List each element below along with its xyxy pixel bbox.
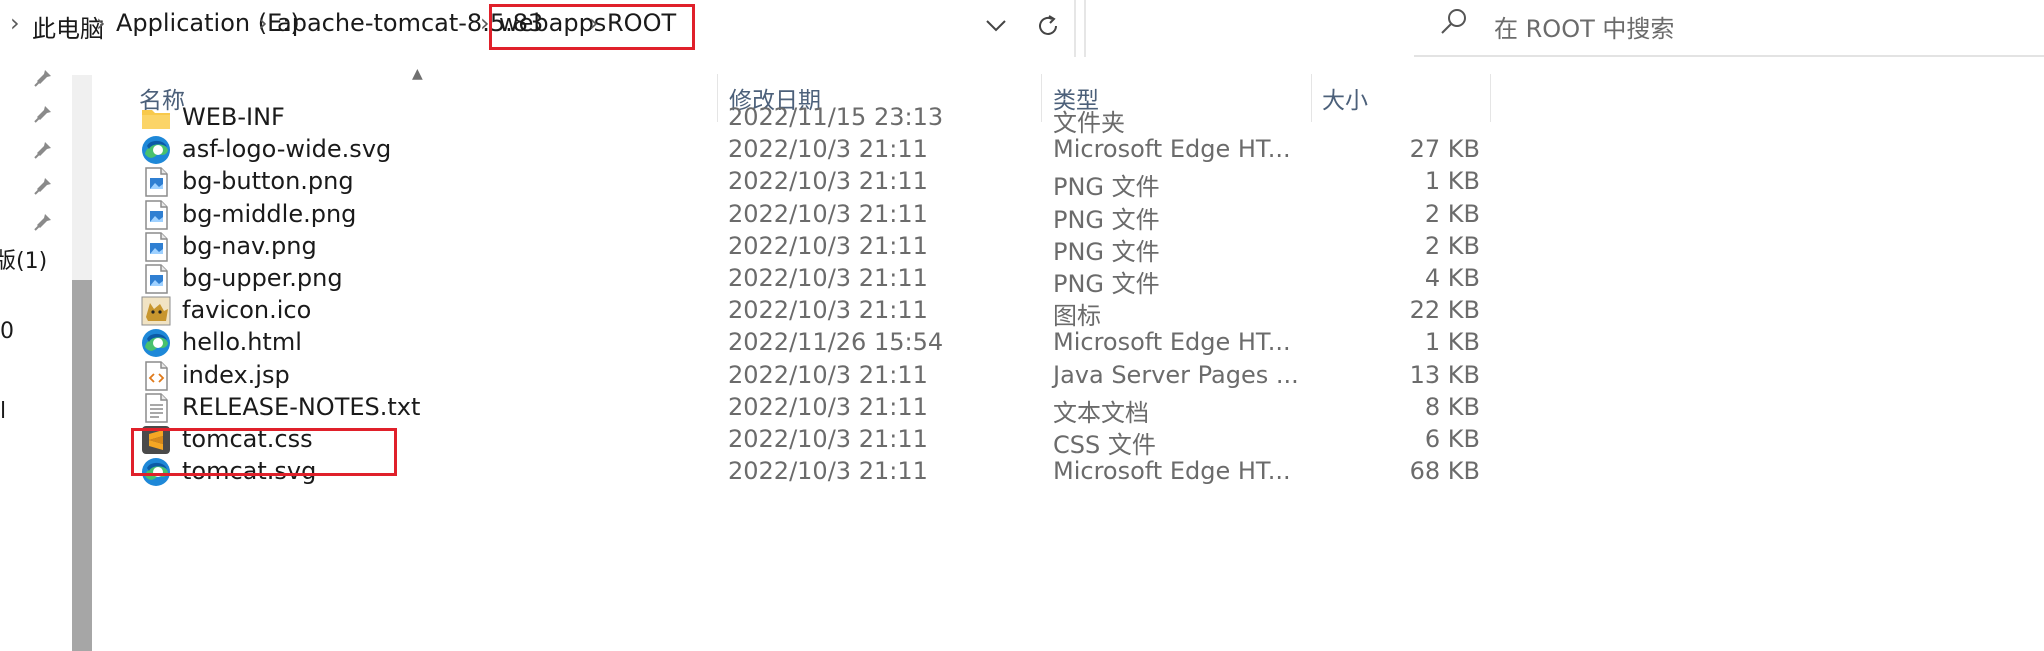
file-size: 27 KB [1409,135,1480,164]
folder-edge-icon [0,2,4,48]
refresh-icon[interactable] [1030,8,1066,44]
search-icon [1438,6,1470,42]
file-name: WEB-INF [182,103,285,131]
pin-icon[interactable] [32,207,58,233]
file-modified-date: 2022/10/3 21:11 [728,231,928,260]
file-size: 4 KB [1424,264,1480,292]
file-size: 1 KB [1424,328,1480,357]
pin-icon[interactable] [32,99,58,125]
address-bar[interactable]: › 此电脑 › Application (E:) › apache-tomcat… [0,0,1398,57]
file-modified-date: 2022/10/3 21:11 [728,392,928,421]
file-size: 68 KB [1409,457,1480,486]
file-name: RELEASE-NOTES.txt [182,392,421,421]
nav-scrollbar-thumb[interactable] [72,280,92,651]
pin-icon[interactable] [32,63,58,89]
top-bar: › 此电脑 › Application (E:) › apache-tomcat… [0,0,2044,57]
divider [1084,0,1086,57]
file-size: 22 KB [1409,296,1480,325]
breadcrumb-this-pc[interactable]: 此电脑 [32,9,104,44]
file-name: bg-middle.png [182,199,357,228]
file-name: asf-logo-wide.svg [182,135,392,164]
file-type: Java Server Pages ... [1053,360,1299,389]
column-divider[interactable] [1490,74,1491,122]
file-modified-date: 2022/10/3 21:11 [728,457,928,486]
file-modified-date: 2022/11/15 23:13 [728,103,944,131]
file-modified-date: 2022/10/3 21:11 [728,167,928,196]
file-size: 2 KB [1424,231,1480,260]
file-modified-date: 2022/10/3 21:11 [728,135,928,164]
file-size: 13 KB [1409,360,1480,389]
file-modified-date: 2022/10/3 21:11 [728,425,928,453]
file-name: favicon.ico [182,296,312,325]
search-input[interactable]: 在 ROOT 中搜索 [1494,9,1674,44]
file-modified-date: 2022/10/3 21:11 [728,296,928,325]
breadcrumb-separator: › [10,9,20,37]
file-modified-date: 2022/11/26 15:54 [728,328,944,357]
search-box[interactable]: 在 ROOT 中搜索 [1414,0,2044,57]
file-size: 1 KB [1424,167,1480,196]
file-type: Microsoft Edge HT... [1053,135,1291,164]
breadcrumb-drive[interactable]: Application (E:) [116,9,300,37]
file-type: Microsoft Edge HT... [1053,328,1291,357]
file-name: bg-button.png [182,167,354,196]
nav-item-partial[interactable]: 0 [0,319,14,344]
highlight-box-path [489,4,695,50]
pin-icon[interactable] [32,135,58,161]
file-name: index.jsp [182,360,290,389]
breadcrumb-separator[interactable]: › [258,9,268,37]
file-modified-date: 2022/10/3 21:11 [728,360,928,389]
nav-item-partial[interactable]: 版(1) [0,243,47,275]
file-name: bg-upper.png [182,264,343,292]
chevron-down-icon[interactable] [978,8,1014,44]
file-size: 2 KB [1424,199,1480,228]
search-underline [1414,55,2044,57]
sort-up-icon: ▲ [412,66,423,82]
file-size: 6 KB [1424,425,1480,453]
file-name: bg-nav.png [182,231,317,260]
divider [1074,0,1076,57]
file-modified-date: 2022/10/3 21:11 [728,264,928,292]
pin-icon[interactable] [32,171,58,197]
nav-item-partial[interactable]: l [0,399,6,424]
file-type: Microsoft Edge HT... [1053,457,1291,486]
file-size: 8 KB [1424,392,1480,421]
file-name: hello.html [182,328,302,357]
breadcrumb-separator[interactable]: › [96,9,106,37]
highlight-box-file [131,428,397,476]
file-modified-date: 2022/10/3 21:11 [728,199,928,228]
